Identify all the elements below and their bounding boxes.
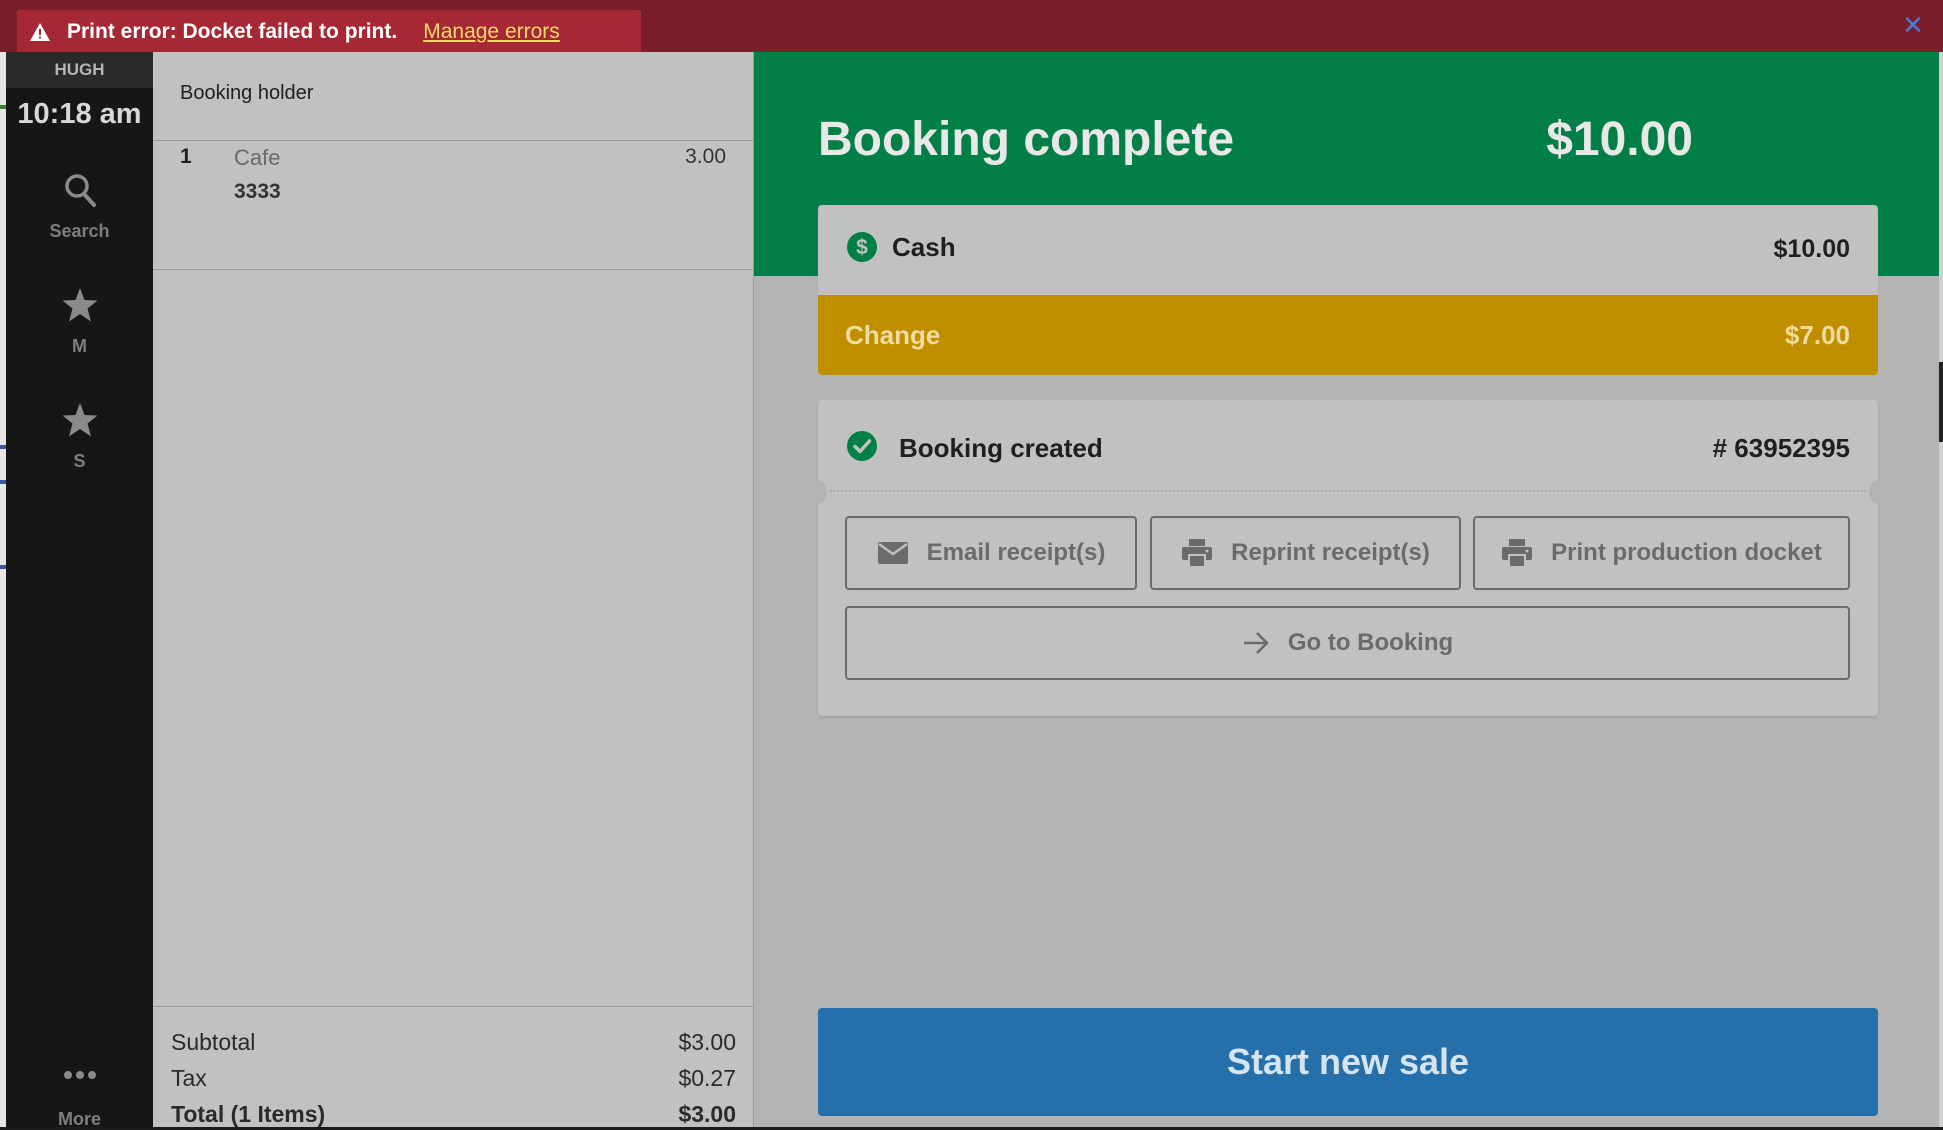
printer-icon — [1501, 538, 1533, 568]
printer-icon — [1181, 538, 1213, 568]
booking-created-label: Booking created — [899, 433, 1103, 463]
start-new-sale-label: Start new sale — [1226, 1041, 1470, 1082]
warning-icon — [27, 19, 53, 45]
tax-label: Tax — [171, 1065, 207, 1091]
ticket-notch — [1869, 480, 1887, 504]
sidebar-item-more[interactable]: More — [6, 1067, 153, 1130]
total-value: $3.00 — [678, 1101, 736, 1127]
reprint-receipts-label: Reprint receipt(s) — [1231, 539, 1430, 566]
star-icon — [6, 402, 153, 443]
sidebar-item-label: Search — [49, 221, 110, 241]
payment-row: $ Cash $10.00 — [818, 205, 1878, 295]
subtotal-label: Subtotal — [171, 1029, 256, 1055]
reprint-receipts-button[interactable]: Reprint receipt(s) — [1150, 516, 1461, 590]
total-label: Total (1 Items) — [171, 1101, 326, 1127]
payment-amount: $10.00 — [1773, 235, 1850, 263]
change-label: Change — [845, 320, 941, 350]
payment-method: Cash — [892, 232, 956, 262]
error-message: Print error: Docket failed to print. — [67, 20, 398, 43]
svg-text:$: $ — [856, 236, 868, 259]
more-dots-icon — [6, 1067, 153, 1085]
arrow-right-icon — [1242, 631, 1270, 655]
line-item-code: 3333 — [234, 180, 281, 203]
search-icon — [6, 172, 153, 213]
sidebar-item-label: S — [73, 451, 86, 471]
booking-number: # 63952395 — [1712, 433, 1850, 463]
sidebar-item-search[interactable]: Search — [6, 172, 153, 242]
total-row: Total (1 Items) $3.00 — [171, 1101, 736, 1128]
pos-app: Print error: Docket failed to print. Man… — [0, 0, 1943, 1130]
star-icon — [6, 287, 153, 328]
booking-holder[interactable]: Booking holder — [153, 52, 753, 141]
sidebar-item-m[interactable]: M — [6, 287, 153, 357]
manage-errors-link[interactable]: Manage errors — [423, 20, 560, 44]
cart-panel: Booking holder 1 Cafe 3.00 3333 Subtotal… — [153, 52, 754, 1127]
check-circle-icon — [846, 430, 878, 467]
booking-created-card: Booking created # 63952395 Email receipt… — [809, 400, 1887, 716]
tax-row: Tax $0.27 — [171, 1065, 736, 1092]
change-row: Change $7.00 — [818, 295, 1878, 375]
sidebar: HUGH 10:18 am Search M S More — [6, 52, 153, 1130]
change-amount: $7.00 — [1784, 320, 1850, 350]
start-new-sale-button[interactable]: Start new sale — [818, 1008, 1878, 1116]
ticket-notch — [809, 480, 827, 504]
line-item-price: 3.00 — [685, 145, 726, 168]
sidebar-item-s[interactable]: S — [6, 402, 153, 472]
divider — [830, 490, 1866, 492]
go-to-booking-button[interactable]: Go to Booking — [845, 606, 1850, 680]
email-receipts-label: Email receipt(s) — [926, 539, 1106, 566]
close-icon[interactable]: ✕ — [1900, 12, 1926, 38]
completion-amount: $10.00 — [1546, 113, 1693, 166]
print-production-docket-label: Print production docket — [1551, 539, 1822, 566]
line-item-quantity: 1 — [180, 145, 192, 168]
background-window-edge — [1939, 52, 1943, 1127]
email-receipts-button[interactable]: Email receipt(s) — [845, 516, 1137, 590]
go-to-booking-label: Go to Booking — [1287, 629, 1454, 656]
subtotal-row: Subtotal $3.00 — [171, 1029, 736, 1056]
dollar-circle-icon: $ — [846, 231, 878, 268]
completion-title: Booking complete — [818, 113, 1235, 166]
print-production-docket-button[interactable]: Print production docket — [1473, 516, 1850, 590]
email-icon — [877, 541, 909, 565]
booking-holder-label: Booking holder — [180, 82, 314, 104]
cart-totals: Subtotal $3.00 Tax $0.27 Total (1 Items)… — [153, 1006, 753, 1128]
completion-panel: Booking complete $10.00 $ Cash $10.00 Ch… — [754, 52, 1943, 1127]
subtotal-value: $3.00 — [678, 1029, 736, 1055]
tax-value: $0.27 — [678, 1065, 736, 1091]
clock-time: 10:18 am — [17, 98, 142, 130]
error-banner: Print error: Docket failed to print. Man… — [0, 0, 1943, 62]
sidebar-item-label: M — [72, 336, 87, 356]
user-name: HUGH — [6, 52, 153, 88]
line-item-name: Cafe — [234, 145, 281, 170]
